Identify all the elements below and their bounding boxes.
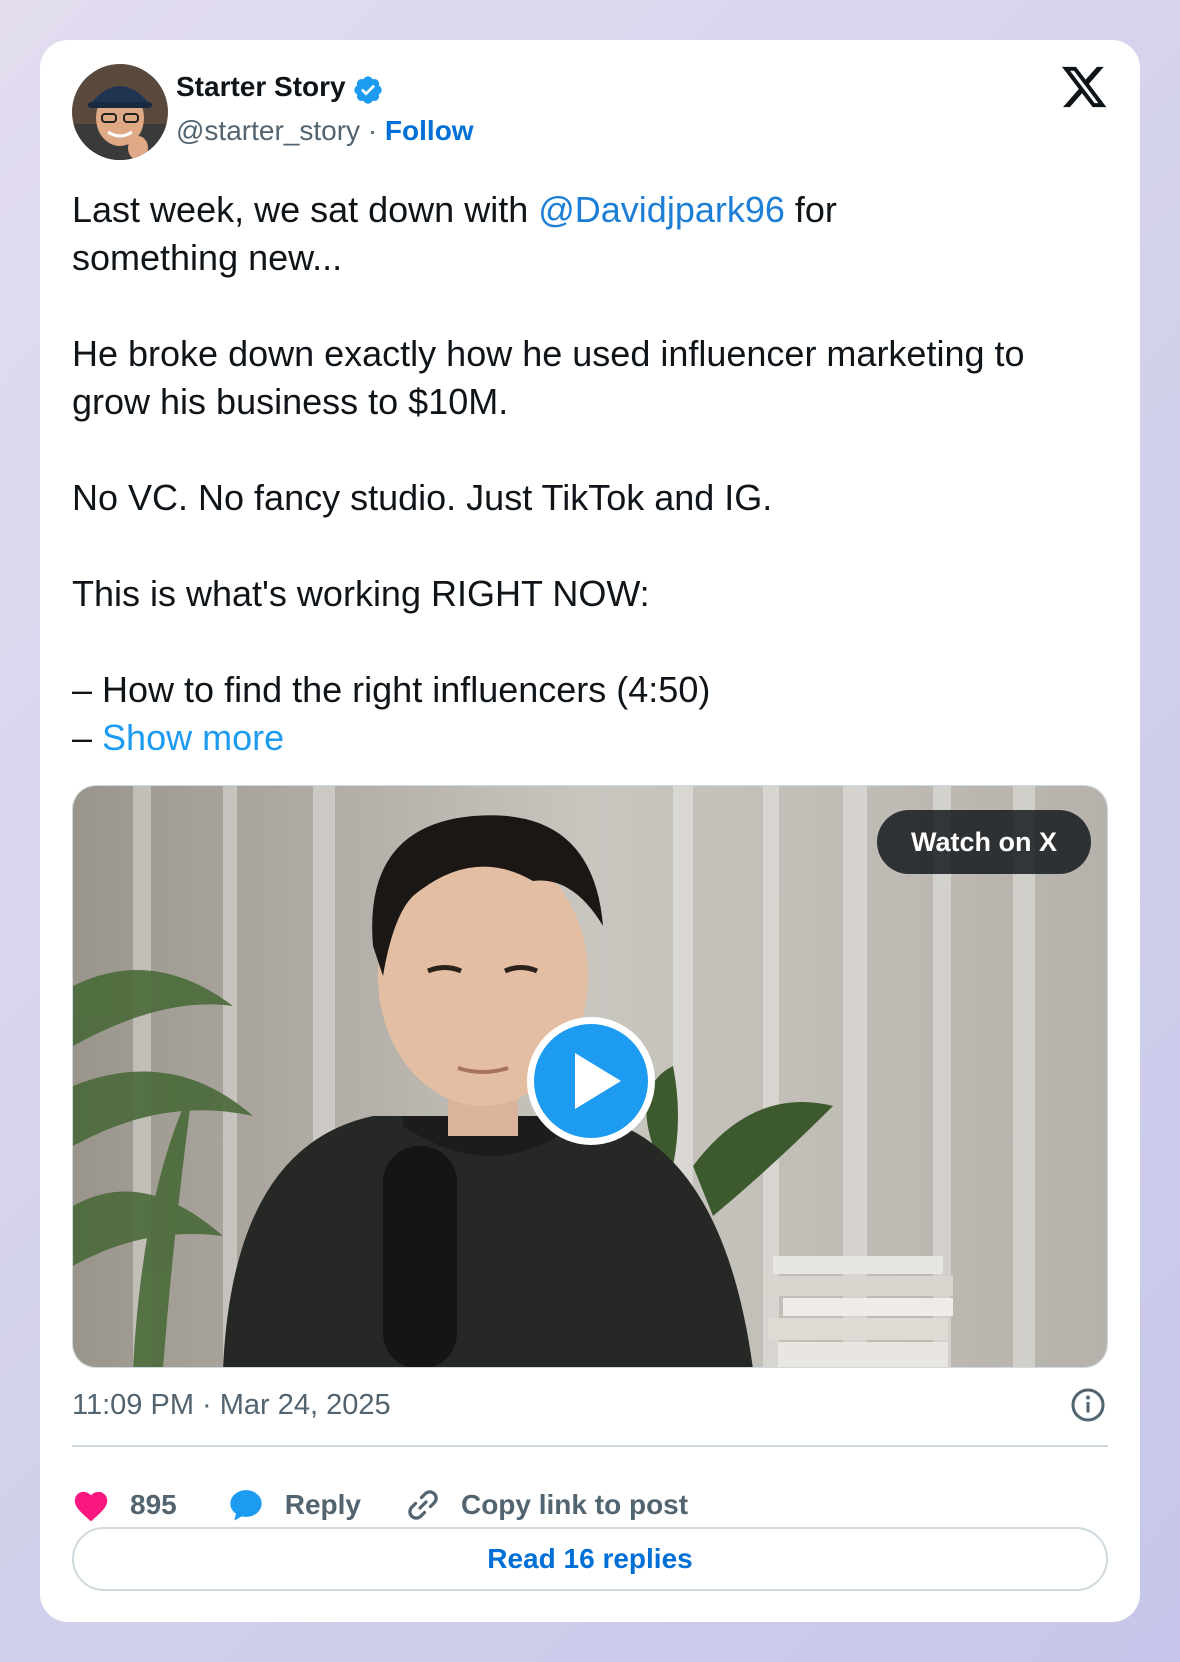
link-icon	[408, 1490, 438, 1520]
text-segment: Last week, we sat down with	[72, 189, 539, 230]
text-segment: for	[784, 189, 837, 230]
follow-link[interactable]: Follow	[385, 115, 474, 146]
heart-icon	[74, 1491, 108, 1522]
text-line: Last week, we sat down with @Davidjpark9…	[72, 186, 1112, 234]
author-handle[interactable]: @starter_story	[176, 115, 360, 146]
reply-label: Reply	[284, 1489, 361, 1520]
verified-badge-icon	[354, 76, 382, 104]
separator-dot: ·	[367, 115, 378, 146]
watch-on-x-button[interactable]: Watch on X	[877, 810, 1091, 874]
text-segment: –	[72, 717, 103, 758]
post-timestamp[interactable]: 11:09 PM · Mar 24, 2025	[72, 1387, 391, 1423]
like-button[interactable]: 895	[72, 1488, 177, 1522]
action-bar: 895 Reply Copy link to post	[72, 1480, 688, 1530]
reply-button[interactable]: Reply	[227, 1487, 361, 1523]
speech-bubble-icon	[230, 1490, 262, 1521]
copy-link-label: Copy link to post	[460, 1489, 689, 1520]
play-icon[interactable]	[523, 1013, 659, 1149]
text-paragraph: He broke down exactly how he used influe…	[72, 333, 1025, 422]
text-paragraph: No VC. No fancy studio. Just TikTok and …	[72, 477, 773, 518]
bullet-item: – How to find the right influencers (4:5…	[72, 669, 711, 710]
like-count: 895	[130, 1489, 177, 1520]
bullet-item: – Show more	[72, 714, 1112, 762]
author-avatar[interactable]	[72, 64, 168, 160]
author-name[interactable]: Starter Story	[176, 70, 346, 104]
video-thumbnail[interactable]: Watch on X	[72, 785, 1108, 1368]
show-more-link[interactable]: Show more	[102, 717, 284, 758]
x-logo-icon[interactable]	[1062, 66, 1108, 110]
copy-link-button[interactable]: Copy link to post	[405, 1487, 688, 1523]
post-text: Last week, we sat down with @Davidjpark9…	[72, 186, 1112, 762]
author-handle-row: @starter_story · Follow	[176, 114, 474, 148]
text-line: something new...	[72, 237, 343, 278]
embedded-post-card: Starter Story @starter_story · Follow La…	[40, 40, 1140, 1622]
divider	[72, 1445, 1108, 1447]
info-icon[interactable]	[1070, 1387, 1106, 1423]
text-paragraph: This is what's working RIGHT NOW:	[72, 573, 650, 614]
read-replies-button[interactable]: Read 16 replies	[72, 1527, 1108, 1591]
mention-link[interactable]: @Davidjpark96	[538, 189, 785, 230]
